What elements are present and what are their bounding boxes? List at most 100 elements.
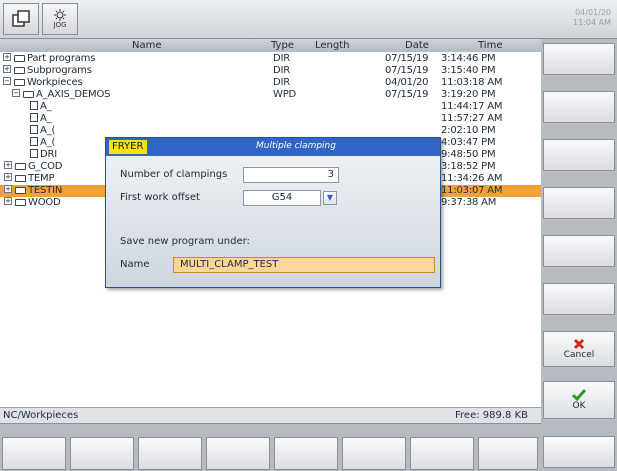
expand-icon[interactable]: + <box>4 173 12 181</box>
softkey-3[interactable] <box>543 139 615 171</box>
row-time: 3:18:52 PM <box>441 161 496 172</box>
table-row[interactable]: A_ 11:44:17 AM <box>0 101 541 113</box>
top-bar: JOG 04/01/20 11:04 AM <box>0 0 617 39</box>
row-time: 11:03:18 AM <box>441 77 503 88</box>
row-name: Workpieces <box>27 77 83 88</box>
program-name-field[interactable]: MULTI_CLAMP_TEST <box>173 257 435 273</box>
expand-icon[interactable]: + <box>4 161 12 169</box>
row-time: 11:44:17 AM <box>441 101 503 112</box>
ok-check-icon <box>572 389 586 401</box>
table-row[interactable]: A_( 2:02:10 PM <box>0 125 541 137</box>
hsoftkey-3[interactable] <box>138 437 202 470</box>
row-type: DIR <box>273 77 290 88</box>
mode-badge: FRYER <box>109 140 147 154</box>
folder-icon <box>14 79 25 86</box>
row-time: 2:02:10 PM <box>441 125 496 136</box>
hsoftkey-8[interactable] <box>478 437 538 470</box>
table-row[interactable]: + Subprograms DIR 07/15/19 3:15:40 PM <box>0 65 541 77</box>
current-path: NC/Workpieces <box>3 410 79 421</box>
row-time: 3:14:46 PM <box>441 53 496 64</box>
jog-mode-button[interactable]: JOG <box>42 3 78 35</box>
softkey-4[interactable] <box>543 187 615 219</box>
row-name: Part programs <box>27 53 96 64</box>
col-type[interactable]: Type <box>271 40 294 51</box>
expand-icon[interactable]: + <box>3 53 11 61</box>
expand-icon[interactable]: + <box>4 185 12 193</box>
softkey-9[interactable] <box>543 436 615 468</box>
hsoftkey-4[interactable] <box>206 437 270 470</box>
col-length[interactable]: Length <box>315 40 350 51</box>
col-name[interactable]: Name <box>132 40 162 51</box>
folder-icon <box>15 175 26 182</box>
multiple-clamping-dialog: FRYER Multiple clamping Number of clampi… <box>105 137 441 288</box>
cancel-x-icon <box>573 338 585 350</box>
cancel-label: Cancel <box>563 350 595 360</box>
expand-icon[interactable]: + <box>3 65 11 73</box>
folder-icon <box>15 199 26 206</box>
cancel-button[interactable]: Cancel <box>543 331 615 367</box>
row-type: DIR <box>273 53 290 64</box>
ok-label: OK <box>572 401 586 411</box>
document-icon <box>30 137 38 146</box>
col-time[interactable]: Time <box>478 40 502 51</box>
dialog-body: Number of clampings 3 First work offset … <box>106 156 440 287</box>
ok-button[interactable]: OK <box>543 381 615 419</box>
save-label: Save new program under: <box>120 236 250 247</box>
name-label: Name <box>120 259 150 270</box>
hsoftkey-1[interactable] <box>2 437 66 470</box>
window-switch-button[interactable] <box>3 3 39 35</box>
jog-label: JOG <box>53 21 67 29</box>
date-time: 04/01/20 11:04 AM <box>573 8 611 28</box>
row-name: TESTIN <box>28 185 63 196</box>
row-time: 9:37:38 AM <box>441 197 497 208</box>
row-type: DIR <box>273 65 290 76</box>
row-date: 07/15/19 <box>385 89 429 100</box>
table-row[interactable]: − Workpieces DIR 04/01/20 11:03:18 AM <box>0 77 541 89</box>
softkey-2[interactable] <box>543 91 615 123</box>
expand-icon[interactable]: + <box>4 197 12 205</box>
row-name: G_COD <box>28 161 63 172</box>
col-date[interactable]: Date <box>405 40 429 51</box>
hsoftkey-5[interactable] <box>274 437 338 470</box>
document-icon <box>30 149 38 158</box>
hsoftkey-6[interactable] <box>342 437 406 470</box>
row-time: 11:03:07 AM <box>441 185 503 196</box>
work-offset-select[interactable]: G54 <box>243 190 321 206</box>
status-bar: NC/Workpieces Free: 989.8 KB <box>0 407 541 423</box>
row-name: A_AXIS_DEMOS <box>36 89 111 100</box>
row-date: 04/01/20 <box>385 77 429 88</box>
row-name: A_ <box>40 113 52 124</box>
document-icon <box>30 113 38 122</box>
softkey-5[interactable] <box>543 235 615 267</box>
horizontal-softkeys <box>0 423 541 471</box>
row-name: A_ <box>40 101 52 112</box>
num-clampings-field[interactable]: 3 <box>243 167 339 183</box>
document-icon <box>30 125 38 134</box>
hsoftkey-2[interactable] <box>70 437 134 470</box>
dropdown-arrow-icon[interactable]: ▼ <box>323 191 337 205</box>
table-row[interactable]: A_ 11:57:27 AM <box>0 113 541 125</box>
row-time: 11:34:26 AM <box>441 173 503 184</box>
row-name: TEMP <box>28 173 55 184</box>
row-time: 3:19:20 PM <box>441 89 496 100</box>
row-date: 07/15/19 <box>385 53 429 64</box>
table-row[interactable]: − A_AXIS_DEMOS WPD 07/15/19 3:19:20 PM <box>0 89 541 101</box>
collapse-icon[interactable]: − <box>3 77 11 85</box>
folder-icon <box>14 67 25 74</box>
table-header: Name Type Length Date Time <box>0 39 541 52</box>
row-type: WPD <box>273 89 297 100</box>
document-icon <box>30 101 38 110</box>
time-text: 11:04 AM <box>573 18 611 27</box>
work-offset-label: First work offset <box>120 192 200 203</box>
softkey-6[interactable] <box>543 283 615 315</box>
table-row[interactable]: + Part programs DIR 07/15/19 3:14:46 PM <box>0 53 541 65</box>
folder-icon <box>23 91 34 98</box>
jog-icon <box>54 9 66 21</box>
softkey-1[interactable] <box>543 43 615 75</box>
row-time: 3:15:40 PM <box>441 65 496 76</box>
hsoftkey-7[interactable] <box>410 437 474 470</box>
row-name: A_( <box>40 125 56 136</box>
vertical-softkeys: Cancel OK <box>541 39 617 471</box>
row-time: 4:03:47 PM <box>441 137 496 148</box>
collapse-icon[interactable]: − <box>12 89 20 97</box>
